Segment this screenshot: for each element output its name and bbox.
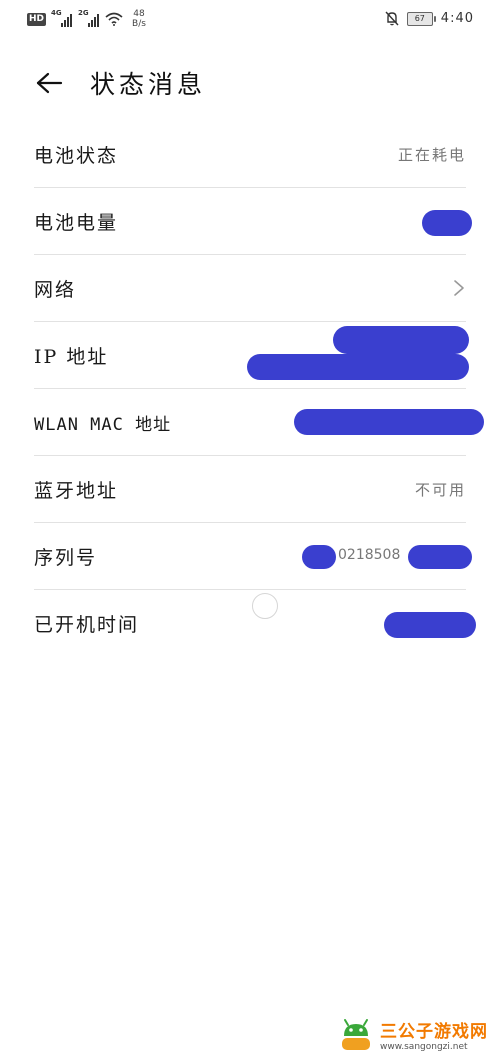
redaction-mark (302, 545, 336, 569)
redaction-mark (422, 210, 472, 236)
status-list: 电池状态 正在耗电 电池电量 网络 IP 地址 WLAN MAC 地址 蓝牙地址… (34, 121, 484, 656)
row-battery-level: 电池电量 (34, 188, 472, 255)
redaction-mark (247, 354, 469, 380)
row-label: 蓝牙地址 (34, 479, 119, 502)
status-time: 4:40 (440, 11, 474, 26)
hd-badge: HD (27, 12, 47, 26)
watermark-text: 三公子游戏网 www.sangongzi.net (380, 1017, 488, 1052)
redaction-mark (384, 612, 476, 638)
row-label: WLAN MAC 地址 (34, 414, 172, 435)
row-bluetooth-address: 蓝牙地址 不可用 (34, 456, 466, 523)
row-value: 正在耗电 (397, 145, 466, 164)
redaction-mark (408, 545, 472, 569)
network-type-label: 4G (51, 9, 62, 17)
row-label: 序列号 (34, 546, 98, 569)
row-wlan-mac: WLAN MAC 地址 (34, 389, 484, 456)
watermark-name: 三公子游戏网 (380, 1021, 488, 1042)
app-header: 状态消息 (0, 55, 500, 111)
row-uptime: 已开机时间 (34, 590, 476, 656)
android-logo-icon (342, 1019, 370, 1050)
battery-icon: 67 (406, 11, 436, 26)
touch-indicator (252, 593, 278, 619)
row-ip-address: IP 地址 (34, 322, 469, 389)
signal-icon: 4G (51, 9, 73, 27)
chevron-right-icon (454, 280, 464, 296)
page-title: 状态消息 (90, 70, 207, 99)
wifi-icon (105, 12, 123, 26)
status-bar: HD 4G 2G 48 B/s 67 4:40 (0, 0, 500, 42)
row-value: 不可用 (414, 480, 466, 499)
watermark-url: www.sangongzi.net (380, 1041, 468, 1052)
row-label: 电池状态 (34, 144, 119, 167)
status-left: HD 4G 2G 48 B/s (27, 9, 146, 29)
serial-value: 0218508 (338, 547, 401, 563)
row-network[interactable]: 网络 (34, 255, 466, 322)
redaction-mark (333, 326, 469, 354)
bell-muted-icon (385, 11, 399, 26)
row-label: 已开机时间 (34, 613, 140, 636)
row-label: IP 地址 (34, 345, 109, 368)
redaction-mark (294, 409, 484, 435)
row-battery-status: 电池状态 正在耗电 (34, 121, 466, 188)
row-serial-number: 序列号 0218508 (34, 523, 472, 590)
network-type-label: 2G (78, 9, 89, 17)
watermark: 三公子游戏网 www.sangongzi.net (336, 1014, 488, 1054)
back-arrow-icon[interactable] (34, 68, 64, 98)
status-right: 67 4:40 (385, 11, 474, 26)
network-speed: 48 B/s (132, 9, 146, 29)
row-label: 电池电量 (34, 211, 119, 234)
signal-icon: 2G (78, 9, 100, 27)
row-label: 网络 (34, 278, 77, 301)
